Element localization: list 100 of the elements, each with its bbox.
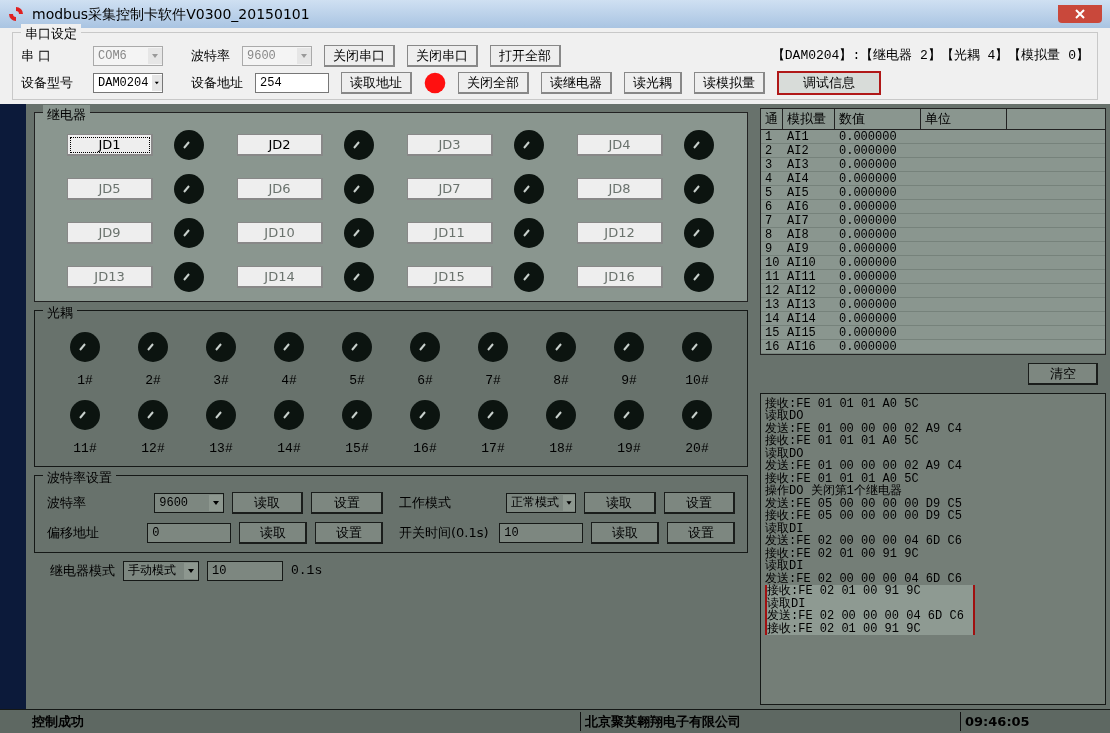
input-label: 4# bbox=[281, 372, 297, 390]
log-line: 读取DI bbox=[765, 560, 805, 573]
table-cell-text: 12 bbox=[764, 283, 781, 298]
relay-button[interactable]: JD1 bbox=[67, 134, 153, 156]
log-line: 发送:FE 01 00 00 00 02 A9 C4 bbox=[765, 460, 963, 473]
input-field[interactable]: 10 bbox=[207, 561, 283, 581]
table-cell-text: AI3 bbox=[786, 157, 810, 172]
dropdown-field[interactable]: 9600 bbox=[154, 493, 224, 513]
table-cell-text: 0.000000 bbox=[838, 269, 898, 284]
command-button[interactable]: 读取地址 bbox=[341, 72, 412, 94]
close-button[interactable] bbox=[1058, 5, 1102, 23]
table-cell-text: 4 bbox=[764, 171, 774, 186]
status-text: 09:46:05 bbox=[960, 711, 1030, 732]
table-cell-text: AI13 bbox=[786, 297, 817, 312]
table-cell-text: AI2 bbox=[786, 143, 810, 158]
column-header: 单位 bbox=[921, 109, 1007, 129]
column-header: 数值 bbox=[835, 109, 921, 129]
input-label: 9# bbox=[621, 372, 637, 390]
table-cell-text: 5 bbox=[764, 185, 774, 200]
input-label: 17# bbox=[481, 439, 505, 458]
command-button[interactable]: 读取 bbox=[584, 492, 656, 514]
relay-button[interactable]: JD2 bbox=[237, 134, 323, 156]
field-label: 串 口 bbox=[21, 47, 53, 66]
input-label: 10# bbox=[685, 372, 709, 390]
debug-tab[interactable]: 调试信息 bbox=[777, 71, 881, 95]
table-cell-text: 0.000000 bbox=[838, 157, 898, 172]
input-field[interactable]: 0 bbox=[147, 523, 232, 543]
table-cell-text: AI12 bbox=[786, 283, 817, 298]
table-cell-text: 0.000000 bbox=[838, 255, 898, 270]
table-cell-text: 0.000000 bbox=[838, 185, 898, 200]
caret-icon bbox=[152, 75, 162, 91]
table-cell-text: AI1 bbox=[786, 129, 810, 144]
input-label: 2# bbox=[145, 372, 161, 390]
table-cell-text: AI11 bbox=[786, 269, 817, 284]
log-line: 操作DO 关闭第1个继电器 bbox=[765, 485, 903, 498]
field-label: 工作模式 bbox=[399, 494, 452, 513]
caret-icon bbox=[148, 48, 162, 64]
input-label: 8# bbox=[553, 372, 569, 390]
command-button[interactable]: 读继电器 bbox=[541, 72, 612, 94]
command-button[interactable]: 设置 bbox=[663, 492, 735, 514]
command-button[interactable]: 读光耦 bbox=[624, 72, 682, 94]
field-label: 波特率 bbox=[191, 47, 230, 66]
table-cell-text: 9 bbox=[764, 241, 774, 256]
input-label: 15# bbox=[345, 439, 369, 458]
log-line: 发送:FE 05 00 00 00 00 D9 C5 bbox=[765, 497, 963, 510]
table-cell-text: 0.000000 bbox=[838, 129, 898, 144]
table-cell-text: 0.000000 bbox=[838, 143, 898, 158]
column-header: 通 bbox=[761, 109, 783, 129]
table-cell-text: 0.000000 bbox=[838, 297, 898, 312]
command-button[interactable]: 关闭串口 bbox=[324, 45, 395, 67]
input-label: 16# bbox=[413, 439, 437, 458]
input-label: 11# bbox=[73, 439, 97, 458]
log-line: 接收:FE 01 01 01 A0 5C bbox=[765, 397, 920, 410]
dropdown-field[interactable]: DAM0204 bbox=[93, 73, 163, 93]
clear-button[interactable]: 清空 bbox=[1028, 362, 1098, 385]
table-cell-text: 0.000000 bbox=[838, 339, 898, 354]
log-line: 读取DI bbox=[765, 522, 804, 535]
command-button[interactable]: 关闭串口 bbox=[407, 45, 478, 67]
command-button[interactable]: 读取 bbox=[231, 492, 304, 514]
input-label: 3# bbox=[213, 372, 229, 390]
caret-icon bbox=[297, 48, 311, 64]
table-cell-text: 10 bbox=[764, 255, 781, 270]
dropdown-field[interactable]: 正常模式 bbox=[506, 493, 577, 513]
table-cell-text: 0.000000 bbox=[838, 213, 898, 228]
command-button[interactable]: 读取 bbox=[591, 522, 660, 544]
table-cell-text: AI14 bbox=[786, 311, 817, 326]
log-line: 接收:FE 01 01 01 A0 5C bbox=[765, 472, 920, 485]
input-label: 14# bbox=[277, 439, 301, 458]
table-cell-text: 16 bbox=[764, 339, 781, 354]
input-field[interactable]: 10 bbox=[499, 523, 584, 543]
command-button[interactable]: 读取 bbox=[239, 522, 308, 544]
caret-icon bbox=[563, 495, 576, 511]
status-text: 北京聚英翱翔电子有限公司 bbox=[580, 711, 960, 732]
table-cell-text: 0.000000 bbox=[838, 311, 898, 326]
table-cell-text: AI10 bbox=[786, 255, 817, 270]
command-button[interactable]: 设置 bbox=[311, 492, 383, 514]
command-button[interactable]: 设置 bbox=[315, 522, 383, 544]
table-cell-text: 0.000000 bbox=[838, 171, 898, 186]
input-label: 5# bbox=[349, 372, 365, 390]
log-line: 发送:FE 01 00 00 00 02 A9 C4 bbox=[765, 422, 963, 435]
command-button[interactable]: 读模拟量 bbox=[694, 72, 765, 94]
table-cell-text: 6 bbox=[764, 199, 774, 214]
dropdown-field[interactable]: 手动模式 bbox=[123, 561, 199, 581]
close-icon bbox=[1075, 9, 1085, 19]
command-button[interactable]: 打开全部 bbox=[490, 45, 561, 67]
device-info-text: 【DAM0204】:【继电器 2】【光耦 4】【模拟量 0】 bbox=[771, 47, 1089, 66]
input-label: 1# bbox=[77, 372, 93, 390]
status-text: 控制成功 bbox=[31, 712, 85, 731]
field-label: 波特率 bbox=[47, 494, 87, 513]
command-button[interactable]: 关闭全部 bbox=[458, 72, 529, 94]
table-cell-text: AI8 bbox=[786, 227, 810, 242]
input-field[interactable]: 254 bbox=[255, 73, 329, 93]
input-label: 18# bbox=[549, 439, 573, 458]
input-label: 6# bbox=[417, 372, 433, 390]
table-cell-text: 0.000000 bbox=[838, 199, 898, 214]
table-cell-text: 0.000000 bbox=[838, 325, 898, 340]
input-label: 13# bbox=[209, 439, 233, 458]
command-button[interactable]: 设置 bbox=[667, 522, 735, 544]
table-cell-text: 2 bbox=[764, 143, 774, 158]
field-label: 偏移地址 bbox=[47, 524, 100, 543]
